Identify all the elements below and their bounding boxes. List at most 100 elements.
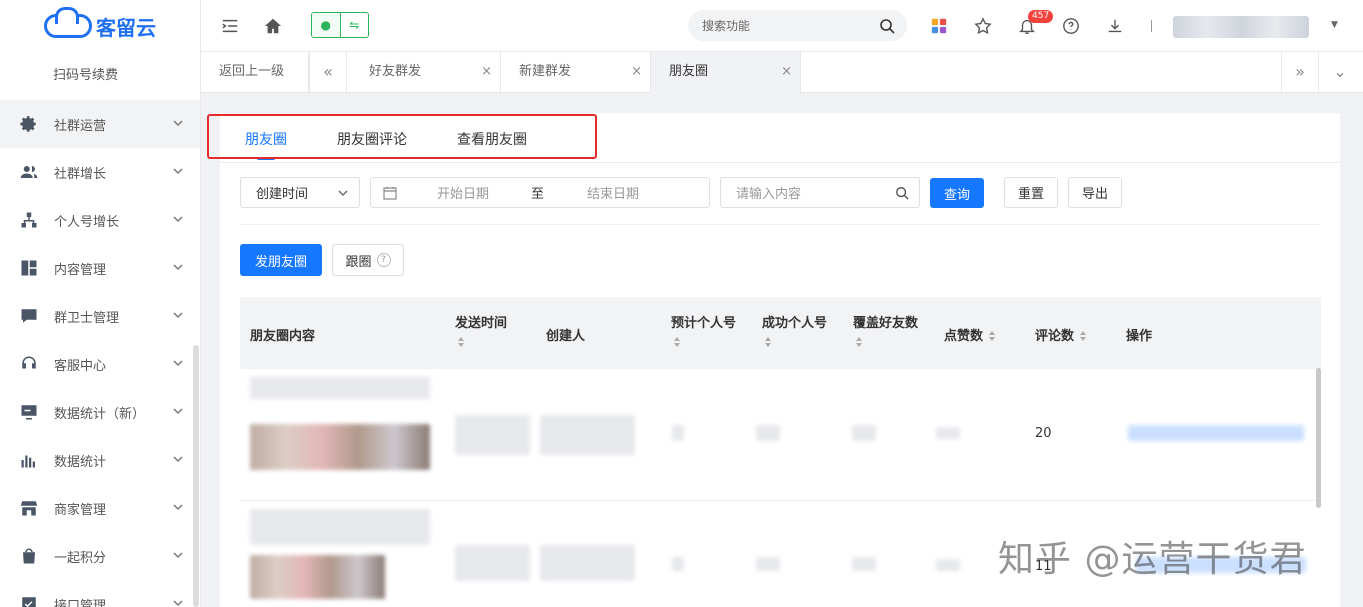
function-search[interactable]: 搜索功能 [688,10,907,41]
headset-icon [20,355,38,373]
chevron-down-icon [172,597,184,607]
date-range-picker[interactable]: 开始日期 至 结束日期 [370,177,710,208]
menu-fold-icon[interactable] [219,15,241,37]
col-label: 评论数 [1035,329,1075,344]
sidebar-item-personal-growth[interactable]: 个人号增长 [0,196,200,244]
col-label: 成功个人号 [762,316,828,331]
tabs-scroll-left-icon[interactable]: « [309,52,347,93]
query-button[interactable]: 查询 [930,178,984,208]
tabs-scroll-right-icon[interactable]: » [1281,52,1319,93]
table-row: 20 [240,369,1321,501]
home-icon[interactable] [262,15,284,37]
notification-badge: 457 [1028,10,1054,23]
row-action-links[interactable] [1128,425,1304,441]
sidebar-item-points[interactable]: 一起积分 [0,532,200,580]
wechat-switch[interactable]: ● ⇋ [311,12,369,38]
chevron-down-icon [172,549,184,561]
col-label: 发送时间 [455,316,508,331]
col-content: 朋友圈内容 [250,329,316,344]
follow-label: 跟圈 [345,254,372,270]
col-success-accounts[interactable]: 成功个人号 [762,312,827,348]
chevron-down-icon [172,453,184,465]
col-comments[interactable]: 评论数 [1035,325,1087,344]
table-scrollbar[interactable] [1316,368,1321,508]
col-expected-accounts[interactable]: 预计个人号 [671,312,736,348]
sidebar-subitem-renewal[interactable]: 扫码号续费 [0,52,200,100]
post-moment-button[interactable]: 发朋友圈 [240,244,322,276]
swap-icon[interactable]: ⇋ [341,13,369,37]
creator-cell [540,545,635,581]
sidebar-item-stats[interactable]: 数据统计 [0,436,200,484]
brand-name: 客留云 [96,15,156,40]
time-type-value: 创建时间 [256,187,309,202]
time-type-select[interactable]: 创建时间 [240,177,360,208]
watermark: 知乎 @运营干货君 [998,539,1307,580]
col-likes[interactable]: 点赞数 [944,325,996,344]
download-icon[interactable] [1104,15,1126,37]
close-icon[interactable]: × [481,52,492,92]
col-send-time[interactable]: 发送时间 [455,312,507,348]
star-icon[interactable] [972,15,994,37]
content-search[interactable]: 请输入内容 [720,177,920,208]
wechat-work-icon[interactable]: ● [312,13,341,37]
reset-button[interactable]: 重置 [1004,177,1058,208]
tab-label: 新建群发 [519,64,572,79]
content-search-input[interactable]: 请输入内容 [736,183,895,202]
user-account[interactable] [1173,16,1309,38]
creator-cell [540,415,635,455]
sort-icon[interactable] [1080,331,1087,342]
sidebar-item-label: 社群增长 [54,166,107,182]
sidebar-item-community-growth[interactable]: 社群增长 [0,148,200,196]
sidebar-item-api[interactable]: 接口管理 [0,580,200,607]
tab-new-broadcast[interactable]: 新建群发 × [501,52,651,93]
logo[interactable]: 客留云 [0,0,200,52]
caret-down-icon[interactable]: ▼ [1331,20,1338,30]
close-icon[interactable]: × [631,52,642,92]
sidebar-item-group-guard[interactable]: 群卫士管理 [0,292,200,340]
moment-images[interactable] [250,555,385,599]
sort-icon[interactable] [674,337,681,348]
comments-count: 20 [1035,426,1052,441]
table-header: 朋友圈内容 发送时间 创建人 预计个人号 成功个人号 覆盖好友数 点赞数 评论数… [240,297,1321,369]
end-date-input[interactable]: 结束日期 [587,183,639,202]
tab-back[interactable]: 返回上一级 [201,52,309,93]
function-search-input[interactable]: 搜索功能 [702,17,879,34]
sort-icon[interactable] [856,337,863,348]
export-button[interactable]: 导出 [1068,177,1122,208]
sidebar-item-stats-new[interactable]: 数据统计（新） [0,388,200,436]
chevron-down-icon [172,501,184,513]
close-icon[interactable]: × [781,52,792,92]
follow-moment-button[interactable]: 跟圈 ? [332,244,404,276]
sidebar-item-content[interactable]: 内容管理 [0,244,200,292]
col-label: 覆盖好友数 [853,316,919,331]
tab-moments[interactable]: 朋友圈 × [651,52,801,93]
search-icon[interactable] [895,186,909,200]
question-icon[interactable]: ? [376,253,391,267]
likes-cell [936,427,960,439]
apps-icon[interactable] [928,15,950,37]
chevron-down-icon [172,405,184,417]
highlight-box [207,114,597,159]
sort-icon[interactable] [458,337,465,348]
sort-icon[interactable] [765,337,772,348]
sidebar-scrollbar[interactable] [193,345,199,607]
likes-cell [936,559,960,571]
tab-label: 朋友圈 [669,64,709,79]
sort-icon[interactable] [989,331,996,342]
help-icon[interactable] [1060,15,1082,37]
chevron-down-icon [338,190,348,196]
sidebar-item-label: 个人号增长 [54,214,120,230]
search-icon[interactable] [879,18,895,34]
tab-friend-broadcast[interactable]: 好友群发 × [351,52,501,93]
sidebar-item-community-ops[interactable]: 社群运营 [0,100,200,148]
moment-images[interactable] [250,424,430,470]
sidebar-item-merchant[interactable]: 商家管理 [0,484,200,532]
sidebar-item-label: 一起积分 [54,550,107,566]
sidebar-item-service[interactable]: 客服中心 [0,340,200,388]
tabs-dropdown-icon[interactable]: ⌄ [1321,52,1359,93]
col-covered-friends[interactable]: 覆盖好友数 [853,312,918,348]
success-accounts-cell [756,557,780,571]
page-tabs-bar: 返回上一级 « 好友群发 × 新建群发 × 朋友圈 × » ⌄ [201,52,1363,93]
start-date-input[interactable]: 开始日期 [437,183,489,202]
monitor-icon [20,403,38,421]
